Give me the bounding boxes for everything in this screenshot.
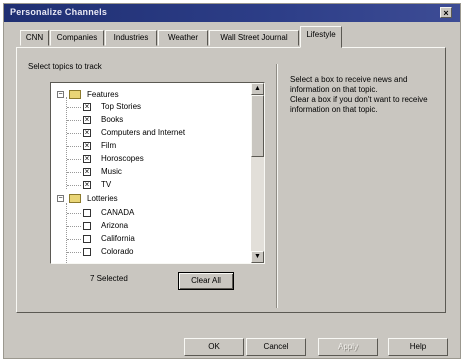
cancel-button[interactable]: Cancel (246, 338, 306, 356)
info-line-select: Select a box to receive news and informa… (290, 75, 408, 94)
checked-checkbox-icon[interactable]: × (83, 116, 91, 124)
ok-button[interactable]: OK (184, 338, 244, 356)
checked-checkbox-icon[interactable]: × (83, 103, 91, 111)
tree-item-label: Lotteries (87, 194, 118, 203)
checked-checkbox-icon[interactable]: × (83, 142, 91, 150)
collapse-icon[interactable]: − (57, 195, 64, 202)
tree-connector (67, 213, 81, 214)
checked-checkbox-icon[interactable]: × (83, 168, 91, 176)
tree-connector (67, 146, 81, 147)
help-button[interactable]: Help (388, 338, 448, 356)
panel-divider (276, 64, 278, 308)
tree-connector (67, 252, 81, 253)
tree-connector (67, 159, 81, 160)
tree-item-label: Colorado (101, 247, 134, 256)
checked-checkbox-icon[interactable]: × (83, 129, 91, 137)
tree-item-label: Books (101, 115, 124, 124)
folder-icon (69, 90, 81, 99)
tree-connector (67, 107, 81, 108)
tab-companies[interactable]: Companies (50, 30, 104, 46)
scroll-down-arrow-icon[interactable]: ▼ (251, 251, 264, 263)
tab-weather[interactable]: Weather (158, 30, 208, 46)
empty-checkbox-icon[interactable] (83, 209, 91, 217)
topics-group-label: Select topics to track (28, 62, 102, 71)
folder-icon (69, 194, 81, 203)
tree-connector (66, 203, 67, 263)
scroll-up-arrow-icon[interactable]: ▲ (251, 83, 264, 95)
tab-cnn[interactable]: CNN (20, 30, 49, 46)
empty-checkbox-icon[interactable] (83, 222, 91, 230)
scrollbar-thumb[interactable] (251, 95, 264, 157)
checked-checkbox-icon[interactable]: × (83, 155, 91, 163)
tree-item-label: Horoscopes (101, 154, 144, 163)
info-line-clear: Clear a box if you don't want to receive… (290, 95, 428, 114)
tree-connector (67, 185, 81, 186)
tree-connector (67, 133, 81, 134)
tree-item-label: Features (87, 90, 119, 99)
tree-item-label: Music (101, 167, 122, 176)
tree-connector (67, 120, 81, 121)
empty-checkbox-icon[interactable] (83, 235, 91, 243)
tree-item-label: Top Stories (101, 102, 142, 111)
tree-item-label: Arizona (101, 221, 129, 230)
window-title: Personalize Channels (10, 7, 108, 17)
tree-item-label: Film (101, 141, 117, 150)
close-icon[interactable]: × (440, 7, 452, 18)
topics-scrollbar[interactable]: ▲ ▼ (251, 83, 264, 263)
tree-connector (66, 97, 67, 189)
tab-lifestyle[interactable]: Lifestyle (300, 26, 342, 48)
topics-tree[interactable]: − Features × Top Stories × Books × Compu… (50, 82, 265, 264)
tree-item-label: California (101, 234, 135, 243)
tree-item-label: TV (101, 180, 112, 189)
tab-wall-street-journal[interactable]: Wall Street Journal (209, 30, 299, 46)
collapse-icon[interactable]: − (57, 91, 64, 98)
tab-industries[interactable]: Industries (105, 30, 157, 46)
title-bar[interactable]: Personalize Channels × (4, 4, 460, 22)
apply-button: Apply (318, 338, 378, 356)
tree-connector (67, 226, 81, 227)
clear-all-button[interactable]: Clear All (178, 272, 234, 290)
tree-connector (67, 239, 81, 240)
info-text: Select a box to receive news and informa… (290, 75, 440, 115)
selected-count: 7 Selected (90, 274, 128, 283)
empty-checkbox-icon[interactable] (83, 248, 91, 256)
checked-checkbox-icon[interactable]: × (83, 181, 91, 189)
tree-connector (67, 172, 81, 173)
tree-item-label: Computers and Internet (101, 128, 186, 137)
tree-item-label: CANADA (101, 208, 135, 217)
